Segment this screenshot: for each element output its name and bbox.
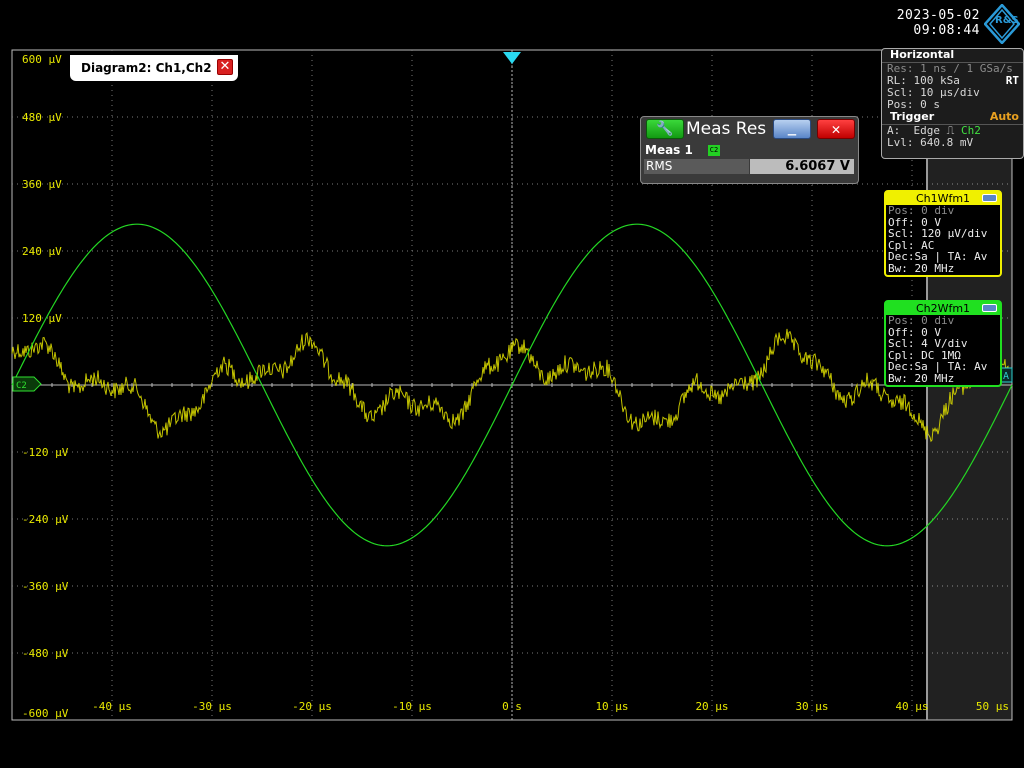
- measurement-result-dialog[interactable]: 🔧 Meas Res _ ✕ Meas 1 C2 RMS 6.6067 V: [640, 116, 859, 184]
- trigger-title: Trigger Auto: [890, 110, 1019, 123]
- diagram-tab[interactable]: Diagram2: Ch1,Ch2 ✕: [70, 55, 238, 81]
- svg-text:A: A: [1003, 371, 1009, 382]
- meas-settings-button[interactable]: 🔧: [646, 119, 684, 139]
- y-tick-label: -240 µV: [22, 513, 69, 526]
- diagram-tab-title: Diagram2: Ch1,Ch2: [81, 61, 212, 75]
- x-tick-label: -20 µs: [292, 700, 332, 713]
- x-tick-label: 20 µs: [695, 700, 728, 713]
- ch2-position: Pos: 0 div: [888, 314, 955, 327]
- meas-row-value: 6.6067 V: [750, 159, 854, 174]
- trigger-mode: Auto: [989, 110, 1019, 123]
- y-tick-label: -120 µV: [22, 446, 69, 459]
- ch2-info-box[interactable]: Ch2Wfm1 Pos: 0 div Off: 0 V Scl: 4 V/div…: [884, 300, 1002, 387]
- x-tick-label: 0 s: [502, 700, 522, 713]
- realtime-badge: RT: [1005, 74, 1019, 87]
- x-tick-label: 50 µs: [976, 700, 1009, 713]
- svg-text:C2: C2: [16, 381, 27, 391]
- meas-row-label: RMS: [644, 159, 749, 174]
- ch2-title: Ch2Wfm1: [886, 302, 1000, 315]
- rs-logo-icon: R&S: [984, 4, 1020, 44]
- ch1-info-box[interactable]: Ch1Wfm1 Pos: 0 div Off: 0 V Scl: 120 µV/…: [884, 190, 1002, 277]
- ch2-bandwidth: Bw: 20 MHz: [888, 371, 955, 385]
- y-tick-label: -600 µV: [22, 707, 69, 720]
- x-tick-label: 40 µs: [895, 700, 928, 713]
- ch1-position: Pos: 0 div: [888, 204, 955, 217]
- y-tick-label: 600 µV: [22, 53, 62, 66]
- date-time-display: 2023-05-02 09:08:44: [880, 8, 980, 38]
- ch2-level-marker[interactable]: C2: [12, 376, 42, 392]
- x-tick-label: 30 µs: [795, 700, 828, 713]
- meas-minimize-button[interactable]: _: [773, 119, 811, 139]
- meas-dialog-title: Meas Res: [686, 119, 767, 139]
- scope-screen[interactable]: 600 µV 480 µV 360 µV 240 µV 120 µV -120 µV -24…: [0, 0, 1024, 768]
- date-text: 2023-05-02: [896, 8, 980, 23]
- meas-channel-badge: C2: [708, 145, 720, 156]
- y-tick-label: -480 µV: [22, 647, 69, 660]
- ch2-minimize-button[interactable]: [982, 304, 997, 312]
- y-tick-label: 480 µV: [22, 111, 62, 124]
- horizontal-title: Horizontal: [890, 48, 955, 61]
- diagram-close-button[interactable]: ✕: [217, 59, 233, 75]
- y-tick-label: -360 µV: [22, 580, 69, 593]
- logo-letters: R&S: [995, 15, 1019, 26]
- minimize-icon: _: [787, 120, 797, 136]
- close-icon: ✕: [219, 59, 231, 74]
- ch1-title: Ch1Wfm1: [886, 192, 1000, 205]
- y-tick-label: 240 µV: [22, 245, 62, 258]
- close-icon: ✕: [831, 120, 841, 138]
- x-tick-label: -30 µs: [192, 700, 232, 713]
- x-tick-label: -40 µs: [92, 700, 132, 713]
- y-tick-label: 360 µV: [22, 178, 62, 191]
- ch1-bandwidth: Bw: 20 MHz: [888, 261, 955, 275]
- time-text: 09:08:44: [913, 23, 980, 38]
- y-tick-label: 120 µV: [22, 312, 62, 325]
- meas-close-button[interactable]: ✕: [817, 119, 855, 139]
- ch1-minimize-button[interactable]: [982, 194, 997, 202]
- meas-name-label: Meas 1: [645, 143, 693, 157]
- reference-marker-right[interactable]: A: [1000, 367, 1013, 383]
- wrench-icon: 🔧: [656, 121, 674, 137]
- x-tick-label: -10 µs: [392, 700, 432, 713]
- trigger-level: Lvl: 640.8 mV: [887, 136, 974, 149]
- x-tick-label: 10 µs: [595, 700, 628, 713]
- horizontal-trigger-panel[interactable]: Horizontal Res: 1 ns / 1 GSa/s RL: 100 k…: [881, 48, 1024, 159]
